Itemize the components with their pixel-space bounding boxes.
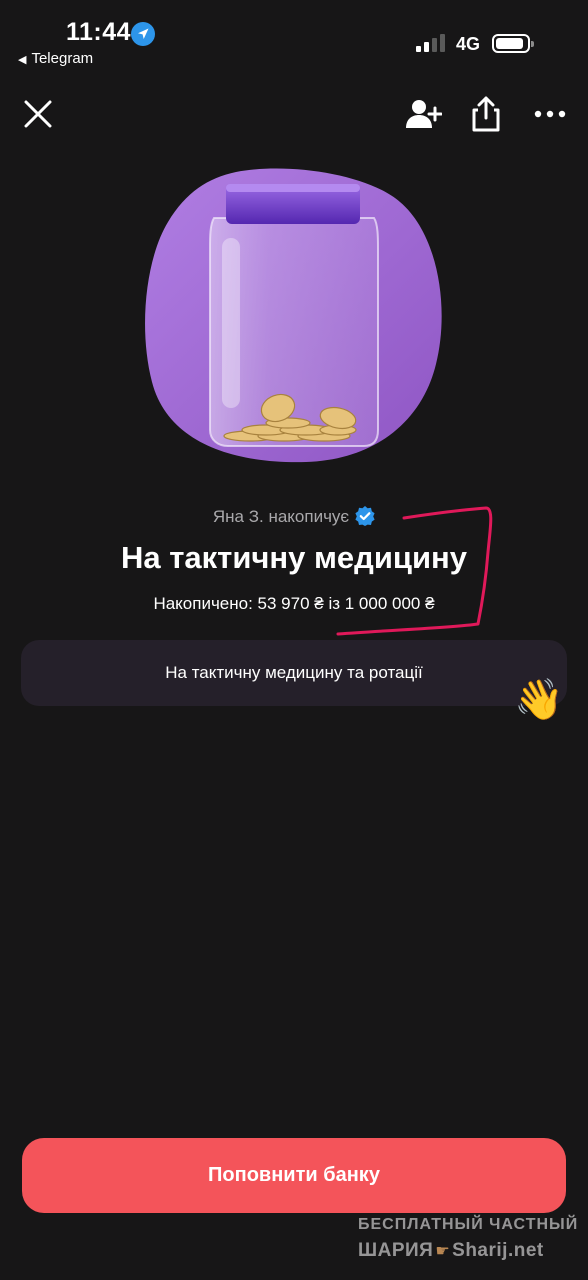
back-triangle-icon: ◀ — [18, 54, 27, 66]
location-arrow-icon — [131, 22, 155, 46]
close-icon[interactable] — [20, 96, 56, 132]
jar-description-bubble: На тактичну медицину та ротації — [21, 640, 567, 706]
back-to-telegram-link[interactable]: ◀ Telegram — [18, 50, 93, 67]
accumulated-amount: Накопичено: 53 970 ₴ із 1 000 000 ₴ — [153, 594, 435, 613]
jar-screen: 11:44 ◀ Telegram 4G Яна З. накопичує На … — [0, 0, 588, 1280]
top-up-jar-button[interactable]: Поповнити банку — [22, 1138, 566, 1213]
pointing-hand-icon: ☛ — [435, 1243, 451, 1260]
watermark-left: ШАРИЯ — [358, 1240, 434, 1261]
more-icon[interactable] — [532, 104, 568, 124]
waving-hand-icon: 👋 — [514, 677, 564, 723]
watermark-right: Sharij.net — [452, 1240, 544, 1261]
status-time: 11:44 — [66, 18, 132, 46]
battery-icon — [492, 34, 534, 53]
share-icon[interactable] — [468, 94, 504, 134]
back-app-label: Telegram — [31, 50, 94, 67]
owner-text: Яна З. накопичує — [212, 507, 350, 526]
description-text: На тактичну медицину та ротації — [165, 663, 423, 682]
verified-badge-icon — [355, 506, 375, 526]
jar-owner-line: Яна З. накопичує — [0, 506, 588, 527]
add-user-icon[interactable] — [404, 96, 442, 134]
watermark-line-2: ШАРИЯ ☛ Sharij.net — [358, 1240, 544, 1262]
jar-illustration — [145, 168, 442, 463]
watermark-line-1: БЕСПЛАТНЫЙ ЧАСТНЫЙ — [358, 1216, 579, 1233]
network-type: 4G — [456, 34, 481, 54]
jar-title: На тактичну медицину — [121, 540, 467, 575]
signal-icon — [416, 34, 445, 52]
